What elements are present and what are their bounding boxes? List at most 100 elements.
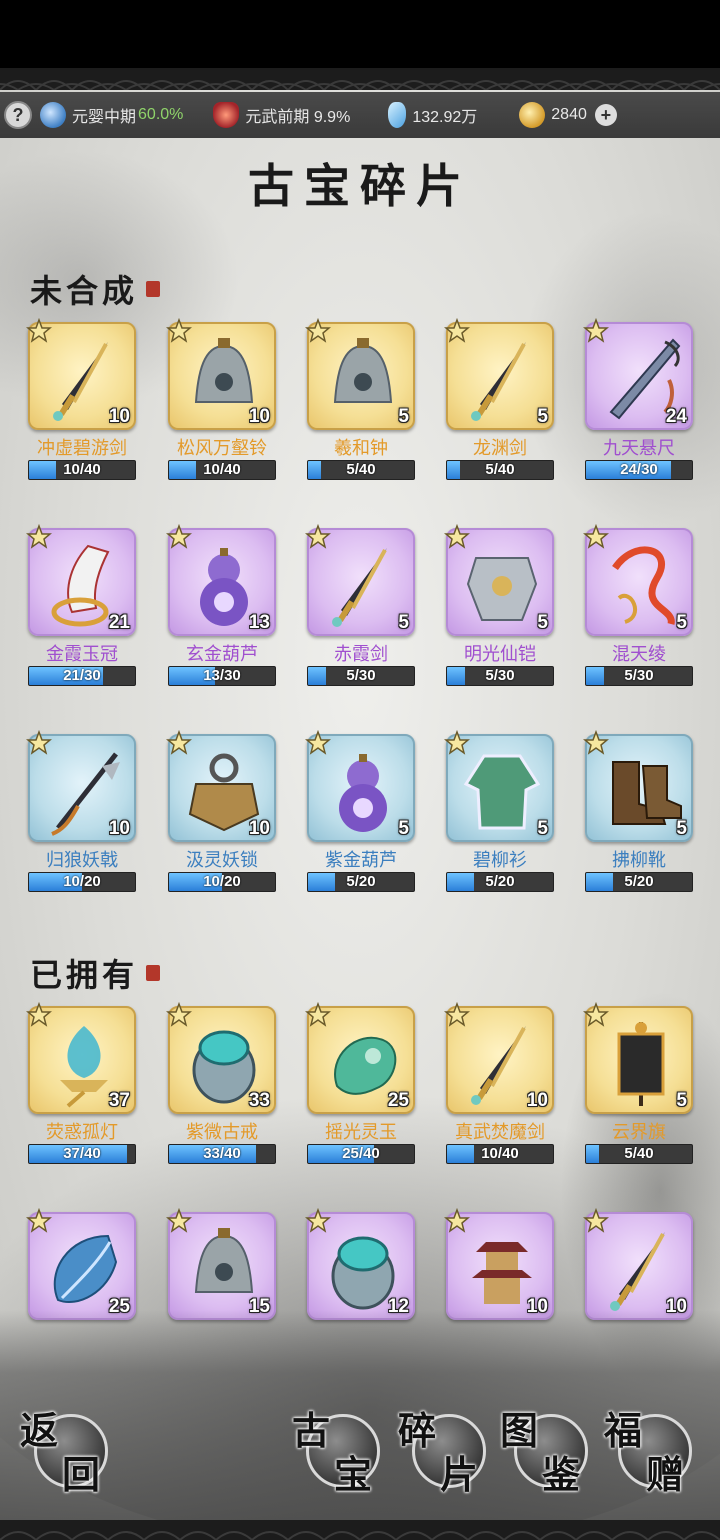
fragment-card[interactable]: 5 明光仙铠 5/30 <box>444 524 554 708</box>
fragment-card[interactable]: 10 真武焚魔剑 10/40 <box>444 1002 554 1186</box>
fragment-count: 5 <box>398 818 409 839</box>
ancient-treasure-tab[interactable]: 古 宝 <box>292 1400 392 1500</box>
fragment-card[interactable]: 10 冲虚碧游剑 10/40 <box>26 318 136 502</box>
fragment-name: 摇光灵玉 <box>325 1122 397 1142</box>
progress-text: 33/40 <box>203 1145 241 1162</box>
help-button[interactable]: ? <box>4 101 32 129</box>
fragment-card[interactable]: 10 松风万壑铃 10/40 <box>166 318 276 502</box>
realm-progress: 60.0% <box>138 106 184 123</box>
fragment-name: 归狼妖戟 <box>46 850 118 870</box>
fragment-name: 云界旗 <box>612 1122 666 1142</box>
fragment-count: 24 <box>665 406 687 427</box>
bell-icon <box>333 338 393 403</box>
fragment-card[interactable]: 10 归狼妖戟 10/20 <box>26 730 136 914</box>
progress-bar: 5/30 <box>585 666 693 686</box>
fragment-card[interactable]: 5 碧柳衫 5/20 <box>444 730 554 914</box>
fragment-card[interactable]: 5 紫金葫芦 5/20 <box>305 730 415 914</box>
fragment-name: 金霞玉冠 <box>46 644 118 664</box>
fragment-count: 5 <box>537 612 548 633</box>
fragment-card[interactable]: 21 金霞玉冠 21/30 <box>26 524 136 708</box>
device-top-area <box>0 0 720 68</box>
fragment-name: 拂柳靴 <box>612 850 666 870</box>
fragment-count: 13 <box>248 612 270 633</box>
progress-text: 25/40 <box>342 1145 380 1162</box>
progress-bar: 10/20 <box>28 872 136 892</box>
progress-text: 10/40 <box>203 461 241 478</box>
codex-tab[interactable]: 图 鉴 <box>500 1400 600 1500</box>
fragment-name: 荧惑孤灯 <box>46 1122 118 1142</box>
star-icon <box>583 730 609 755</box>
progress-bar: 5/30 <box>446 666 554 686</box>
star-icon <box>305 730 331 755</box>
star-icon <box>444 524 470 549</box>
fragment-card[interactable]: 37 荧惑孤灯 37/40 <box>26 1002 136 1186</box>
star-icon <box>583 524 609 549</box>
armor-icon <box>466 557 538 621</box>
star-icon <box>305 524 331 549</box>
spirit-stone-icon <box>388 102 407 128</box>
star-icon <box>26 730 52 755</box>
fragment-count: 5 <box>398 612 409 633</box>
star-icon <box>305 1208 331 1233</box>
progress-bar: 37/40 <box>28 1144 136 1164</box>
fragment-count: 5 <box>676 1090 687 1111</box>
section-owned-label: 已拥有 <box>30 956 139 994</box>
progress-bar: 25/40 <box>307 1144 415 1164</box>
fragment-card[interactable]: 10 汲灵妖锁 10/20 <box>166 730 276 914</box>
fragment-card[interactable]: 5 混天绫 5/30 <box>583 524 693 708</box>
star-icon <box>26 1208 52 1233</box>
fragment-name: 玄金葫芦 <box>186 644 258 664</box>
progress-bar: 24/30 <box>585 460 693 480</box>
fragment-card[interactable]: 33 紫微古戒 33/40 <box>166 1002 276 1186</box>
gift-tab[interactable]: 福 赠 <box>604 1400 704 1500</box>
progress-text: 10/40 <box>63 461 101 478</box>
yin-yang-icon <box>40 102 66 128</box>
spirit-stone-value: 132.92万 <box>412 109 478 126</box>
star-icon <box>166 524 192 549</box>
fragment-count: 33 <box>248 1090 270 1111</box>
fragment-card[interactable]: 13 玄金葫芦 13/30 <box>166 524 276 708</box>
fragment-name: 碧柳衫 <box>473 850 527 870</box>
fragment-name: 紫金葫芦 <box>325 850 397 870</box>
page-title: 古宝碎片 <box>248 159 472 213</box>
martial-stat[interactable]: 元武前期 9.9% <box>213 102 350 128</box>
fragment-card[interactable]: 5 龙渊剑 5/40 <box>444 318 554 502</box>
fragment-name: 羲和钟 <box>334 438 388 458</box>
fragment-name: 赤霞剑 <box>334 644 388 664</box>
fragment-card[interactable]: 5 赤霞剑 5/30 <box>305 524 415 708</box>
gold-coil-icon <box>519 102 546 128</box>
fragment-card[interactable]: 25 摇光灵玉 25/40 <box>305 1002 415 1186</box>
robe-icon <box>463 754 541 830</box>
progress-text: 5/40 <box>485 461 515 478</box>
fragment-card[interactable]: 5 拂柳靴 5/20 <box>583 730 693 914</box>
fragments-tab[interactable]: 碎 片 <box>398 1400 498 1500</box>
star-icon <box>166 318 192 343</box>
fragment-card[interactable]: 24 九天悬尺 24/30 <box>583 318 693 502</box>
gold-stat[interactable]: 2840 + <box>519 102 617 128</box>
star-icon <box>444 1002 470 1027</box>
section-unsynthesized-label: 未合成 <box>30 272 139 310</box>
fragment-count: 37 <box>108 1090 130 1111</box>
star-icon <box>444 318 470 343</box>
realm-stat[interactable]: 元婴中期 60.0% <box>40 102 183 128</box>
star-icon <box>166 1002 192 1027</box>
star-icon <box>444 730 470 755</box>
add-gold-button[interactable]: + <box>594 104 617 126</box>
gourd-icon <box>339 754 387 832</box>
fragment-card[interactable]: 5 羲和钟 5/40 <box>305 318 415 502</box>
section-unsynthesized-title: 未合成 <box>30 266 161 312</box>
progress-bar: 10/40 <box>28 460 136 480</box>
back-button[interactable]: 返 回 <box>20 1400 120 1500</box>
fragment-card[interactable]: 5 云界旗 5/40 <box>583 1002 693 1186</box>
progress-bar: 5/20 <box>307 872 415 892</box>
martial-label: 元武前期 9.9% <box>245 109 351 126</box>
red-seal-icon <box>146 965 161 981</box>
gold-value: 2840 <box>551 106 587 123</box>
spirit-stone-stat[interactable]: 132.92万 <box>388 102 477 128</box>
star-icon <box>26 1002 52 1027</box>
sword-icon <box>471 342 526 421</box>
progress-text: 5/30 <box>624 667 654 684</box>
progress-bar: 5/40 <box>307 460 415 480</box>
fragment-count: 10 <box>248 406 270 427</box>
progress-text: 37/40 <box>63 1145 101 1162</box>
